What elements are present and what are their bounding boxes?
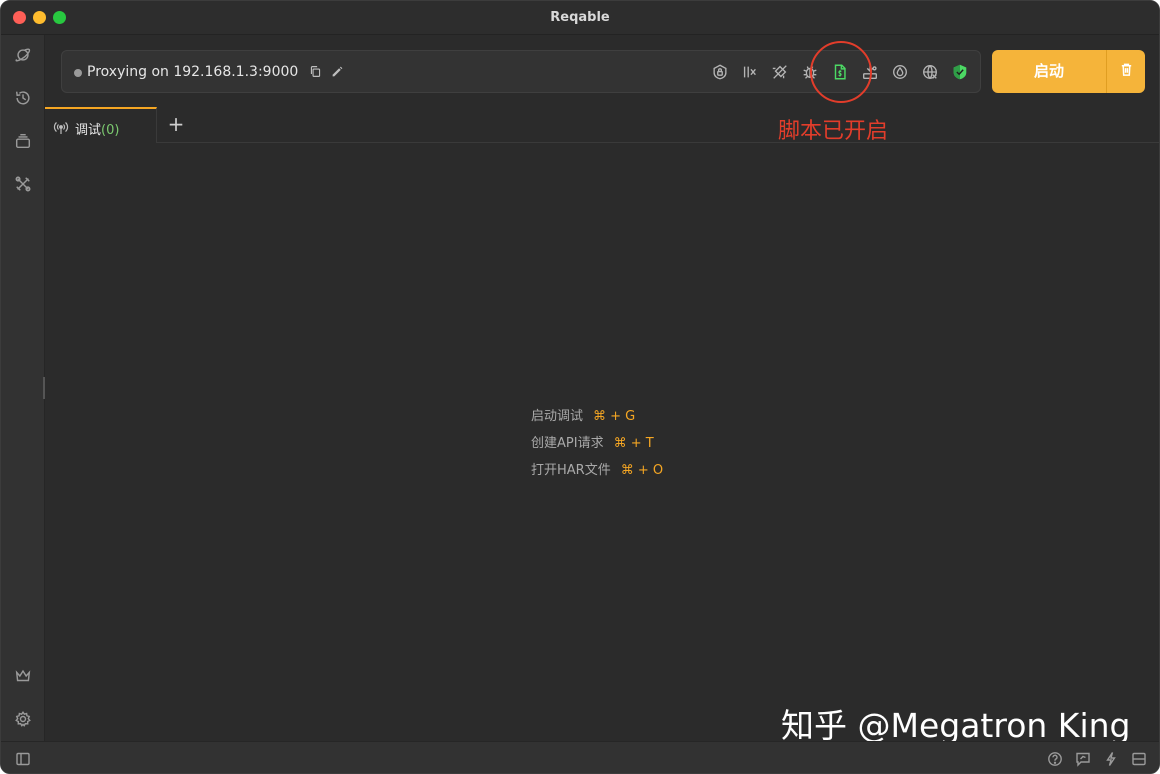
main-panel: Proxying on 192.168.1.3:9000 xyxy=(45,35,1159,741)
plus-icon: + xyxy=(168,112,185,136)
shortcut-key: ⌘ + O xyxy=(621,463,663,478)
ssl-lock-icon[interactable] xyxy=(710,62,730,82)
annotation-text: 脚本已开启 xyxy=(778,113,888,145)
shortcut-item[interactable]: 启动调试 ⌘ + G xyxy=(531,405,663,432)
proxy-status-text: Proxying on 192.168.1.3:9000 xyxy=(87,64,345,80)
shortcut-label: 创建API请求 xyxy=(531,436,604,451)
shortcut-key: ⌘ + G xyxy=(593,409,635,424)
add-tab-button[interactable]: + xyxy=(165,113,187,135)
breakpoint-icon[interactable] xyxy=(770,62,790,82)
shield-icon[interactable] xyxy=(950,62,970,82)
edit-icon[interactable] xyxy=(331,65,345,79)
collections-icon[interactable] xyxy=(12,130,34,152)
feedback-icon[interactable] xyxy=(1074,750,1092,768)
sidebar xyxy=(1,35,45,741)
shortcut-label: 打开HAR文件 xyxy=(531,463,611,478)
clear-button[interactable] xyxy=(1107,50,1145,93)
trash-icon xyxy=(1119,62,1134,81)
crown-icon[interactable] xyxy=(12,665,34,687)
planet-icon[interactable] xyxy=(12,44,34,66)
shortcut-key: ⌘ + T xyxy=(614,436,654,451)
history-icon[interactable] xyxy=(12,87,34,109)
tab-count: (0) xyxy=(101,123,119,138)
shortcut-list: 启动调试 ⌘ + G 创建API请求 ⌘ + T 打开HAR文件 ⌘ + O xyxy=(531,405,663,486)
watermark: 知乎 @Megatron King xyxy=(781,699,1130,747)
sidebar-toggle-icon[interactable] xyxy=(14,750,32,768)
flash-icon[interactable] xyxy=(1102,750,1120,768)
tab-bar: 调试(0) + xyxy=(45,107,1159,143)
throttle-icon[interactable] xyxy=(740,62,760,82)
tab-label: 调试(0) xyxy=(75,119,119,138)
help-icon[interactable] xyxy=(1046,750,1064,768)
shortcut-label: 启动调试 xyxy=(531,409,583,424)
tools-icon[interactable] xyxy=(12,173,34,195)
shortcut-item[interactable]: 创建API请求 ⌘ + T xyxy=(531,432,663,459)
shortcut-item[interactable]: 打开HAR文件 ⌘ + O xyxy=(531,459,663,486)
app-window: Reqable Proxying on 192.168.1.3:9000 xyxy=(0,0,1160,774)
tab-debug[interactable]: 调试(0) xyxy=(45,107,157,143)
copy-icon[interactable] xyxy=(309,65,323,79)
map-local-icon[interactable] xyxy=(890,62,910,82)
settings-icon[interactable] xyxy=(12,708,34,730)
tab-title: 调试 xyxy=(75,123,101,138)
mirror-icon[interactable] xyxy=(920,62,940,82)
layout-icon[interactable] xyxy=(1130,750,1148,768)
start-button-group: 启动 xyxy=(992,50,1145,93)
start-button[interactable]: 启动 xyxy=(992,50,1106,93)
annotation-circle xyxy=(810,41,872,103)
proxy-status-dot xyxy=(74,69,82,77)
broadcast-icon xyxy=(53,120,69,134)
proxy-address: Proxying on 192.168.1.3:9000 xyxy=(87,64,298,80)
app-title: Reqable xyxy=(1,10,1159,25)
status-bar xyxy=(1,741,1159,773)
title-bar: Reqable xyxy=(1,1,1159,35)
